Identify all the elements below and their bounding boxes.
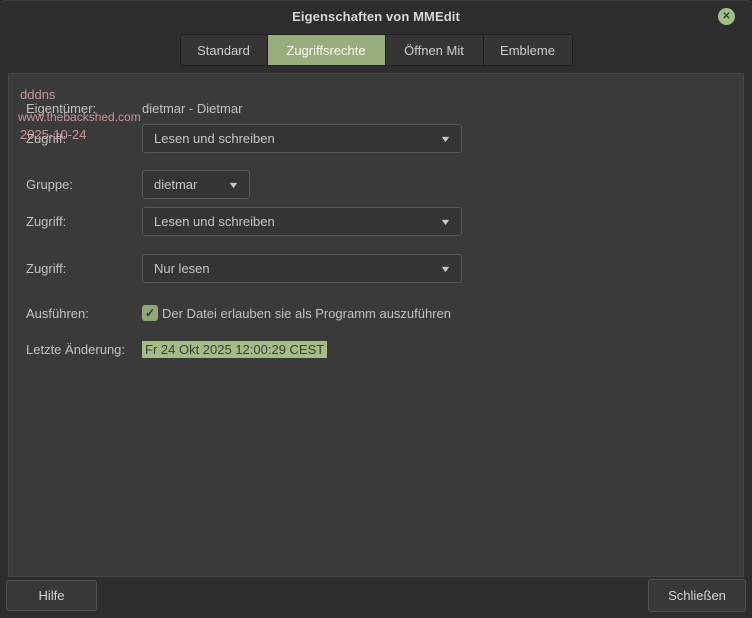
execute-label: Ausführen:: [26, 306, 142, 321]
properties-dialog: Eigenschaften von MMEdit ✕ Standard Zugr…: [0, 0, 752, 618]
permissions-panel: Eigentümer: dietmar - Dietmar Zugriff: L…: [8, 73, 744, 577]
others-access-dropdown-value: Nur lesen: [154, 261, 210, 276]
titlebar: Eigenschaften von MMEdit ✕: [0, 1, 752, 31]
group-access-label: Zugriff:: [26, 214, 142, 229]
tab-standard[interactable]: Standard: [180, 34, 268, 66]
close-button[interactable]: Schließen: [648, 579, 746, 612]
chevron-down-icon: ▼: [439, 264, 451, 274]
group-access-row: Zugriff: Lesen und schreiben ▼: [26, 207, 743, 236]
tab-bar: Standard Zugriffsrechte Öffnen Mit Emble…: [0, 34, 752, 66]
execute-row: Ausführen: ✓ Der Datei erlauben sie als …: [26, 303, 743, 323]
modified-value: Fr 24 Okt 2025 12:00:29 CEST: [142, 341, 327, 358]
close-icon: ✕: [722, 12, 730, 22]
owner-access-dropdown[interactable]: Lesen und schreiben ▼: [142, 124, 462, 153]
execute-checkbox[interactable]: ✓: [142, 305, 158, 321]
tab-oeffnen-mit[interactable]: Öffnen Mit: [385, 34, 484, 66]
owner-label: Eigentümer:: [26, 101, 142, 116]
window-close-button[interactable]: ✕: [718, 8, 735, 25]
tab-embleme[interactable]: Embleme: [483, 34, 573, 66]
group-access-dropdown-value: Lesen und schreiben: [154, 214, 275, 229]
chevron-down-icon: ▼: [439, 134, 451, 144]
chevron-down-icon: ▼: [227, 180, 239, 190]
group-dropdown[interactable]: dietmar ▼: [142, 170, 250, 199]
execute-checkbox-text: Der Datei erlauben sie als Programm ausz…: [162, 306, 451, 321]
tab-zugriffsrechte[interactable]: Zugriffsrechte: [267, 34, 386, 66]
chevron-down-icon: ▼: [439, 217, 451, 227]
others-access-label: Zugriff:: [26, 261, 142, 276]
group-access-dropdown[interactable]: Lesen und schreiben ▼: [142, 207, 462, 236]
others-access-dropdown[interactable]: Nur lesen ▼: [142, 254, 462, 283]
dialog-footer: Hilfe Schließen: [0, 577, 752, 618]
owner-row: Eigentümer: dietmar - Dietmar: [26, 100, 743, 116]
owner-access-dropdown-value: Lesen und schreiben: [154, 131, 275, 146]
help-button[interactable]: Hilfe: [6, 580, 97, 611]
others-access-row: Zugriff: Nur lesen ▼: [26, 254, 743, 283]
group-dropdown-value: dietmar: [154, 177, 197, 192]
group-label: Gruppe:: [26, 177, 142, 192]
modified-row: Letzte Änderung: Fr 24 Okt 2025 12:00:29…: [26, 340, 743, 358]
owner-access-label: Zugriff:: [26, 131, 142, 146]
owner-access-row: Zugriff: Lesen und schreiben ▼: [26, 124, 743, 153]
owner-value: dietmar - Dietmar: [142, 101, 242, 116]
modified-label: Letzte Änderung:: [26, 342, 142, 357]
window-title: Eigenschaften von MMEdit: [292, 9, 460, 24]
checkmark-icon: ✓: [145, 307, 155, 319]
group-row: Gruppe: dietmar ▼: [26, 170, 743, 199]
